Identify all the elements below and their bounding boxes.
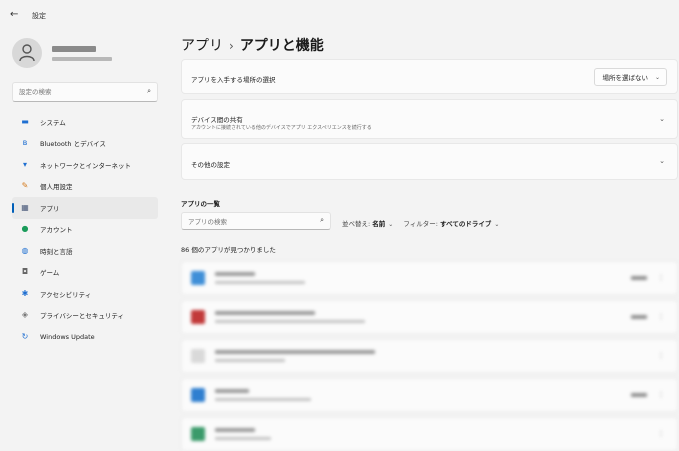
sort-label: 並べ替え: bbox=[342, 220, 371, 228]
page-title: アプリと機能 bbox=[239, 38, 324, 54]
user-name-redacted bbox=[52, 46, 96, 52]
app-search-input[interactable] bbox=[188, 216, 306, 227]
more-settings-title: その他の設定 bbox=[191, 161, 230, 169]
shield-icon: ◈ bbox=[21, 310, 29, 320]
accessibility-icon: ✱ bbox=[21, 288, 29, 298]
apps-icon: ▦ bbox=[21, 202, 29, 212]
chevron-down-icon[interactable]: ⌄ bbox=[659, 157, 665, 165]
sidebar-item-0[interactable]: ▬ システム bbox=[12, 111, 158, 133]
more-options-icon[interactable]: ⋮ bbox=[657, 273, 665, 282]
search-icon[interactable]: ⌕ bbox=[320, 216, 324, 225]
chevron-down-icon: ⌄ bbox=[388, 221, 394, 228]
sidebar-item-label: ネットワークとインターネット bbox=[40, 161, 131, 170]
app-list-item[interactable]: ⋮ bbox=[181, 378, 678, 412]
sidebar-item-1[interactable]: ʙ Bluetooth とデバイス bbox=[12, 133, 158, 155]
window-title: 設定 bbox=[32, 12, 46, 20]
breadcrumb-separator: › bbox=[229, 39, 234, 53]
sort-value: 名前 bbox=[372, 220, 386, 228]
more-options-icon[interactable]: ⋮ bbox=[657, 429, 665, 438]
globe-clock-icon: ◍ bbox=[21, 245, 29, 255]
sidebar-nav: ▬ システム ʙ Bluetooth とデバイス ▾ ネットワークとインターネット ✎ 個人用… bbox=[12, 111, 158, 348]
install-source-card: アプリを入手する場所の選択 場所を選ばない ⌄ bbox=[181, 59, 678, 94]
sidebar-item-label: ゲーム bbox=[40, 269, 60, 278]
more-settings-card[interactable]: その他の設定 ⌄ bbox=[181, 143, 678, 180]
app-icon bbox=[191, 310, 205, 324]
breadcrumb-parent[interactable]: アプリ bbox=[181, 38, 223, 54]
search-icon[interactable]: ⌕ bbox=[147, 87, 151, 96]
avatar bbox=[12, 38, 42, 68]
bluetooth-icon: ʙ bbox=[22, 138, 28, 148]
sidebar-item-label: Windows Update bbox=[40, 332, 95, 341]
title-bar: ← 設定 bbox=[0, 0, 679, 30]
filter-value: すべてのドライブ bbox=[440, 220, 492, 228]
back-button[interactable]: ← bbox=[10, 9, 18, 20]
sidebar-item-label: アカウント bbox=[40, 226, 73, 235]
sidebar-item-label: Bluetooth とデバイス bbox=[40, 140, 106, 149]
share-across-subtitle: アカウントに接続されている他のデバイスでアプリ エクスペリエンスを続行する bbox=[191, 125, 372, 131]
sidebar-item-3[interactable]: ✎ 個人用設定 bbox=[12, 176, 158, 198]
more-options-icon[interactable]: ⋮ bbox=[657, 390, 665, 399]
sidebar-item-label: システム bbox=[40, 118, 66, 127]
update-icon: ↻ bbox=[21, 331, 29, 341]
sidebar-item-4[interactable]: ▦ アプリ bbox=[12, 197, 158, 219]
share-across-devices-card[interactable]: デバイス間の共有 アカウントに接続されている他のデバイスでアプリ エクスペリエン… bbox=[181, 99, 678, 139]
sidebar-item-7[interactable]: ◘ ゲーム bbox=[12, 262, 158, 284]
brush-icon: ✎ bbox=[21, 181, 29, 191]
sidebar-item-10[interactable]: ↻ Windows Update bbox=[12, 326, 158, 348]
sidebar-item-label: 個人用設定 bbox=[40, 183, 73, 192]
settings-search-input[interactable] bbox=[19, 86, 139, 98]
chevron-down-icon[interactable]: ⌄ bbox=[659, 115, 665, 123]
more-options-icon[interactable]: ⋮ bbox=[657, 312, 665, 321]
install-source-label: アプリを入手する場所の選択 bbox=[191, 76, 276, 84]
sort-filter-bar: 並べ替え: 名前 ⌄ フィルター: すべてのドライブ ⌄ bbox=[342, 218, 507, 228]
sidebar-item-5[interactable]: ● アカウント bbox=[12, 219, 158, 241]
share-across-title: デバイス間の共有 bbox=[191, 116, 243, 124]
user-profile[interactable] bbox=[12, 38, 162, 70]
more-options-icon[interactable]: ⋮ bbox=[657, 351, 665, 360]
app-list-item[interactable]: ⋮ bbox=[181, 300, 678, 334]
sort-dropdown[interactable]: 並べ替え: 名前 ⌄ bbox=[342, 220, 401, 228]
apps-found-count: 86 個のアプリが見つかりました bbox=[181, 246, 276, 254]
filter-label: フィルター: bbox=[403, 220, 438, 228]
wifi-icon: ▾ bbox=[22, 159, 27, 169]
chevron-down-icon: ⌄ bbox=[654, 74, 660, 81]
sidebar-item-label: アプリ bbox=[40, 204, 60, 213]
controller-icon: ◘ bbox=[21, 267, 29, 277]
app-list-item[interactable]: ⋮ bbox=[181, 417, 678, 451]
sidebar-item-6[interactable]: ◍ 時刻と言語 bbox=[12, 240, 158, 262]
sidebar-item-label: 時刻と言語 bbox=[40, 247, 73, 256]
sidebar-item-8[interactable]: ✱ アクセシビリティ bbox=[12, 283, 158, 305]
user-email-redacted bbox=[52, 57, 112, 61]
app-icon bbox=[191, 388, 205, 402]
app-icon bbox=[191, 271, 205, 285]
sidebar-item-9[interactable]: ◈ プライバシーとセキュリティ bbox=[12, 305, 158, 327]
install-source-dropdown[interactable]: 場所を選ばない ⌄ bbox=[593, 68, 667, 86]
active-indicator bbox=[12, 203, 14, 213]
person-icon bbox=[19, 44, 35, 62]
app-icon bbox=[191, 427, 205, 441]
app-list-item[interactable]: ⋮ bbox=[181, 261, 678, 295]
settings-search[interactable]: ⌕ bbox=[12, 82, 158, 102]
sidebar-item-label: プライバシーとセキュリティ bbox=[40, 312, 124, 321]
app-list-item[interactable]: ⋮ bbox=[181, 339, 678, 373]
install-source-value: 場所を選ばない bbox=[602, 74, 649, 82]
chevron-down-icon: ⌄ bbox=[494, 221, 500, 228]
app-icon bbox=[191, 349, 205, 363]
sidebar-item-label: アクセシビリティ bbox=[40, 290, 92, 299]
breadcrumb: アプリ › アプリと機能 bbox=[181, 35, 324, 55]
person-icon: ● bbox=[21, 224, 29, 234]
sidebar-item-2[interactable]: ▾ ネットワークとインターネット bbox=[12, 154, 158, 176]
filter-dropdown[interactable]: フィルター: すべてのドライブ ⌄ bbox=[403, 220, 507, 228]
monitor-icon: ▬ bbox=[21, 116, 29, 126]
app-list-title: アプリの一覧 bbox=[181, 200, 220, 208]
app-search[interactable]: ⌕ bbox=[181, 212, 331, 230]
